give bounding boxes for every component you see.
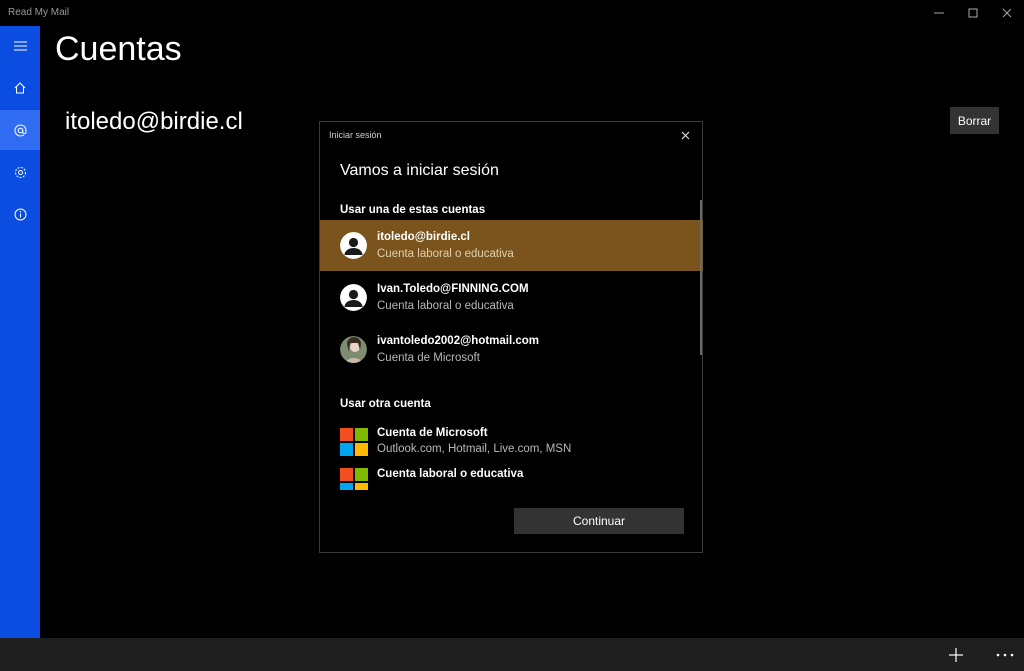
close-icon — [1002, 8, 1012, 18]
maximize-icon — [968, 8, 978, 18]
option-name: Cuenta laboral o educativa — [377, 468, 524, 480]
home-icon — [14, 82, 26, 94]
section-existing-accounts: Usar una de estas cuentas — [340, 204, 486, 216]
minimize-button[interactable] — [922, 0, 956, 26]
account-row[interactable]: itoledo@birdie.cl Cuenta laboral o educa… — [320, 220, 703, 271]
option-name: Cuenta de Microsoft — [377, 427, 488, 439]
dialog-close-button[interactable] — [676, 126, 694, 144]
dialog-heading: Vamos a iniciar sesión — [340, 162, 499, 179]
delete-button[interactable]: Borrar — [950, 107, 999, 134]
more-icon — [996, 653, 1014, 656]
account-email: itoledo@birdie.cl — [377, 231, 470, 243]
maximize-button[interactable] — [956, 0, 990, 26]
account-row[interactable]: Ivan.Toledo@FINNING.COM Cuenta laboral o… — [320, 272, 703, 323]
page-title: Cuentas — [55, 30, 182, 68]
dialog-scrollbar[interactable] — [700, 200, 702, 355]
close-window-button[interactable] — [990, 0, 1024, 26]
profile-photo-icon — [340, 336, 367, 363]
info-icon — [14, 208, 26, 220]
account-type: Cuenta laboral o educativa — [377, 248, 514, 260]
close-icon — [681, 131, 689, 139]
sidebar-item-about[interactable] — [0, 194, 40, 234]
continue-button[interactable]: Continuar — [514, 508, 684, 534]
add-icon — [949, 647, 963, 662]
microsoft-account-option[interactable]: Cuenta de Microsoft Outlook.com, Hotmail… — [320, 418, 703, 469]
account-name: itoledo@birdie.cl — [65, 108, 243, 135]
option-detail: Outlook.com, Hotmail, Live.com, MSN — [377, 443, 572, 455]
user-avatar-icon — [340, 284, 367, 311]
sign-in-dialog: Iniciar sesión Vamos a iniciar sesión Us… — [319, 121, 703, 553]
command-bar — [0, 638, 1024, 671]
app-title: Read My Mail — [8, 7, 70, 18]
microsoft-logo-icon — [340, 468, 368, 490]
sidebar-item-accounts[interactable] — [0, 110, 40, 150]
add-account-button[interactable] — [938, 638, 974, 671]
account-type: Cuenta laboral o educativa — [377, 300, 514, 312]
user-avatar-icon — [340, 232, 367, 259]
hamburger-menu-icon — [13, 41, 27, 51]
sidebar-item-home[interactable] — [0, 68, 40, 108]
other-accounts-list: Cuenta de Microsoft Outlook.com, Hotmail… — [320, 412, 703, 490]
at-sign-icon — [14, 123, 27, 136]
account-email: ivantoledo2002@hotmail.com — [377, 335, 540, 347]
account-row[interactable]: ivantoledo2002@hotmail.com Cuenta de Mic… — [320, 324, 703, 375]
title-bar: Read My Mail — [0, 0, 1024, 26]
more-options-button[interactable] — [987, 638, 1023, 671]
minimize-icon — [934, 12, 944, 14]
microsoft-logo-icon — [340, 428, 368, 456]
sidebar — [0, 26, 40, 638]
sidebar-menu-button[interactable] — [0, 26, 40, 66]
dialog-title: Iniciar sesión — [329, 130, 382, 140]
sidebar-item-settings[interactable] — [0, 152, 40, 192]
work-account-option[interactable]: Cuenta laboral o educativa — [320, 468, 703, 490]
section-other-account: Usar otra cuenta — [340, 398, 431, 410]
gear-icon — [14, 166, 26, 178]
account-email: Ivan.Toledo@FINNING.COM — [377, 283, 529, 295]
account-type: Cuenta de Microsoft — [377, 352, 480, 364]
